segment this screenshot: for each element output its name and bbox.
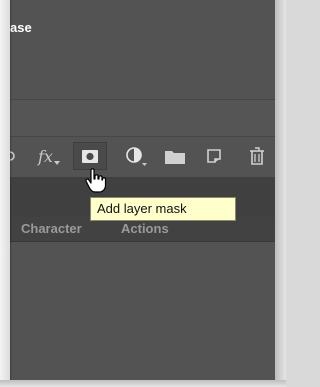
folder-icon[interactable] — [165, 146, 185, 166]
new-layer-icon[interactable] — [206, 146, 222, 166]
fx-icon[interactable]: fx — [38, 146, 60, 166]
tooltip: Add layer mask — [90, 197, 236, 221]
tab-character[interactable]: Character — [21, 221, 82, 236]
document-edge — [0, 0, 10, 380]
layers-toolbar: fx — [0, 137, 275, 177]
tab-actions[interactable]: Actions — [121, 221, 169, 236]
window-shadow-bottom — [0, 380, 286, 387]
window-shadow — [275, 0, 286, 387]
adjustment-layer-icon[interactable] — [125, 146, 147, 166]
panel-body — [0, 242, 275, 380]
fx-label: fx — [38, 146, 53, 166]
layers-panel: ase fx Character Actions — [0, 0, 275, 380]
layer-mask-icon[interactable] — [73, 142, 107, 170]
panel-label-partial: ase — [10, 20, 32, 35]
panel-row — [0, 100, 275, 136]
trash-icon[interactable] — [249, 146, 265, 166]
hand-cursor-icon — [85, 168, 107, 199]
